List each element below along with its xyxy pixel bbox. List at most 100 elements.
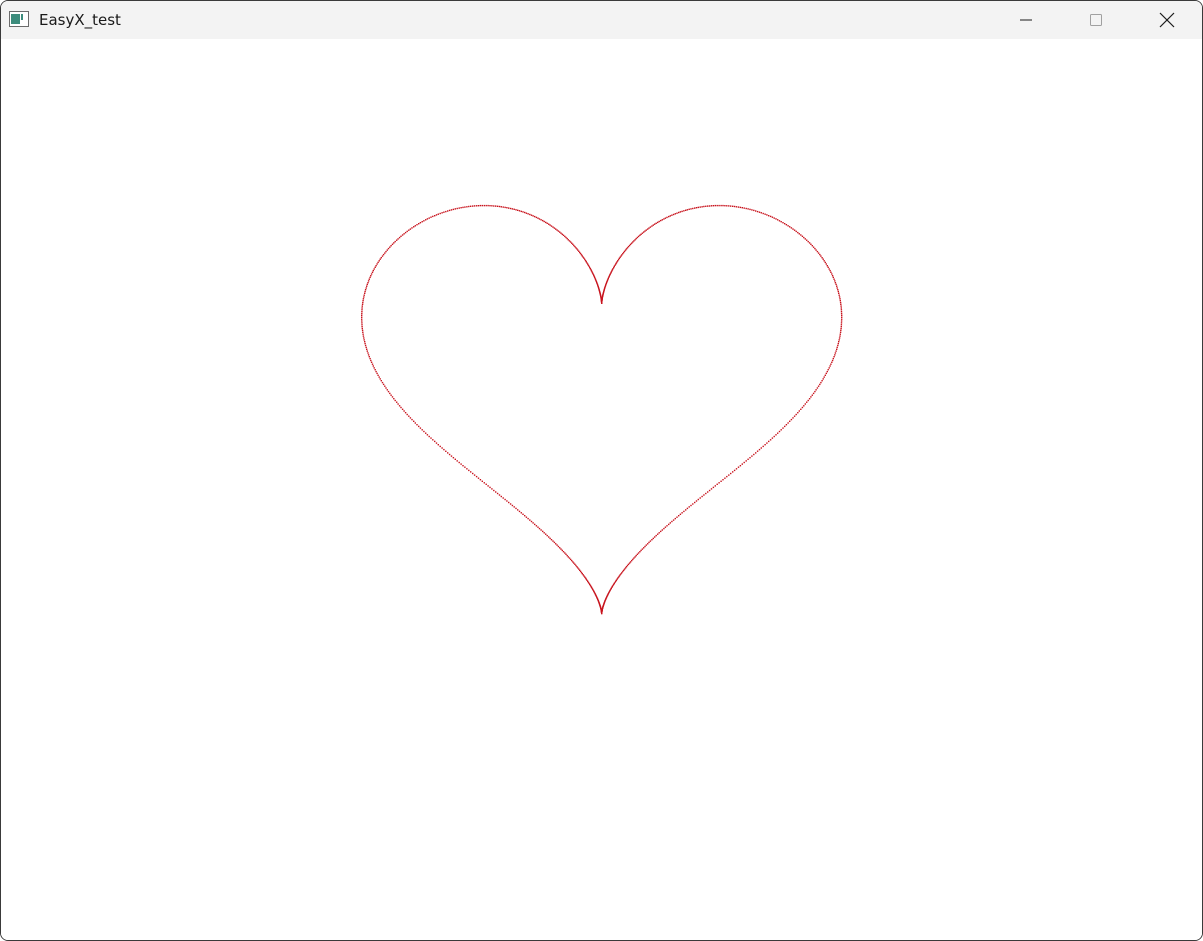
heart-dot: [466, 468, 468, 470]
heart-dot: [546, 534, 548, 537]
heart-dot: [574, 563, 576, 565]
app-window: EasyX_test: [0, 0, 1203, 941]
heart-dot: [430, 437, 432, 439]
heart-dot: [445, 210, 447, 213]
heart-dot: [733, 205, 736, 208]
heart-dot: [617, 260, 619, 262]
heart-dot: [661, 529, 663, 531]
heart-dot: [669, 215, 671, 217]
heart-dot: [644, 230, 646, 232]
heart-dot: [456, 460, 458, 462]
heart-dot: [464, 206, 466, 208]
heart-dot: [540, 529, 542, 531]
heart-dot: [375, 370, 377, 373]
heart-dot: [361, 309, 363, 311]
heart-dot: [663, 218, 665, 220]
heart-dot: [561, 233, 563, 235]
heart-dot: [685, 509, 687, 511]
heart-dot: [789, 226, 791, 228]
heart-dot: [688, 208, 690, 210]
heart-dot: [540, 219, 542, 221]
heart-dot: [730, 472, 732, 475]
heart-dot: [447, 452, 449, 454]
heart-dot: [557, 545, 560, 548]
heart-dot: [624, 249, 627, 251]
heart-dot: [371, 271, 374, 273]
heart-dot: [464, 466, 466, 468]
heart-dot: [626, 564, 629, 567]
heart-dot: [801, 406, 804, 409]
heart-dot: [840, 324, 843, 326]
heart-dot: [803, 236, 805, 239]
heart-dot: [380, 380, 382, 382]
heart-dot: [760, 212, 762, 214]
heart-dot: [522, 513, 524, 515]
heart-dot: [548, 536, 550, 538]
heart-dot: [688, 506, 690, 508]
heart-dot: [568, 557, 571, 559]
heart-dot: [732, 205, 734, 207]
title-bar[interactable]: EasyX_test: [1, 1, 1202, 39]
heart-dot: [811, 245, 813, 247]
heart-dot: [826, 370, 828, 373]
heart-dot: [396, 239, 398, 241]
heart-dot: [462, 206, 464, 209]
heart-dot: [645, 229, 647, 231]
heart-dot: [364, 342, 366, 345]
heart-dot: [828, 268, 830, 270]
heart-dot: [525, 212, 528, 214]
heart-dot: [367, 354, 370, 356]
heart-dot: [758, 211, 761, 213]
heart-dot: [787, 422, 789, 424]
heart-dot: [768, 215, 770, 217]
heart-dot: [502, 206, 504, 208]
heart-dot: [569, 241, 572, 243]
heart-dot: [362, 298, 365, 300]
heart-dot: [674, 517, 676, 520]
heart-dot: [827, 369, 829, 371]
heart-dot: [789, 420, 791, 422]
minimize-button[interactable]: [991, 1, 1061, 39]
heart-dot: [567, 239, 569, 241]
heart-dot: [837, 290, 839, 293]
heart-dot: [816, 250, 819, 253]
heart-dot: [629, 561, 632, 563]
app-window-icon: [9, 11, 29, 27]
heart-dot: [439, 212, 441, 215]
heart-dot: [624, 567, 627, 569]
heart-dot: [822, 258, 824, 260]
heart-dot: [621, 254, 623, 256]
heart-dot: [795, 230, 797, 233]
heart-dot: [530, 214, 533, 216]
heart-dot: [831, 275, 834, 277]
maximize-button[interactable]: [1061, 1, 1131, 39]
heart-dot: [529, 519, 531, 521]
heart-dot: [500, 206, 502, 208]
heart-dot: [766, 214, 768, 216]
heart-dot: [361, 327, 363, 330]
heart-dot: [771, 216, 774, 218]
heart-dot: [495, 491, 497, 493]
heart-dot: [735, 206, 738, 208]
heart-dot: [641, 548, 644, 550]
heart-dot: [426, 218, 429, 220]
heart-dot: [362, 301, 364, 304]
heart-dot: [445, 450, 447, 452]
heart-dot: [448, 209, 451, 212]
heart-dot: [504, 206, 506, 209]
heart-dot: [660, 530, 662, 533]
heart-dot: [361, 324, 363, 326]
heart-dot: [647, 543, 649, 545]
heart-dot: [581, 255, 583, 257]
heart-dot: [793, 415, 796, 417]
heart-dot: [732, 471, 734, 473]
heart-dot: [423, 220, 425, 222]
heart-dot: [831, 361, 833, 363]
heart-dot: [404, 231, 407, 234]
close-button[interactable]: [1132, 1, 1202, 39]
heart-dot: [622, 570, 624, 573]
heart-dot: [778, 430, 781, 433]
heart-dot: [672, 213, 675, 216]
heart-dot: [575, 564, 577, 567]
heart-dot: [840, 329, 842, 332]
